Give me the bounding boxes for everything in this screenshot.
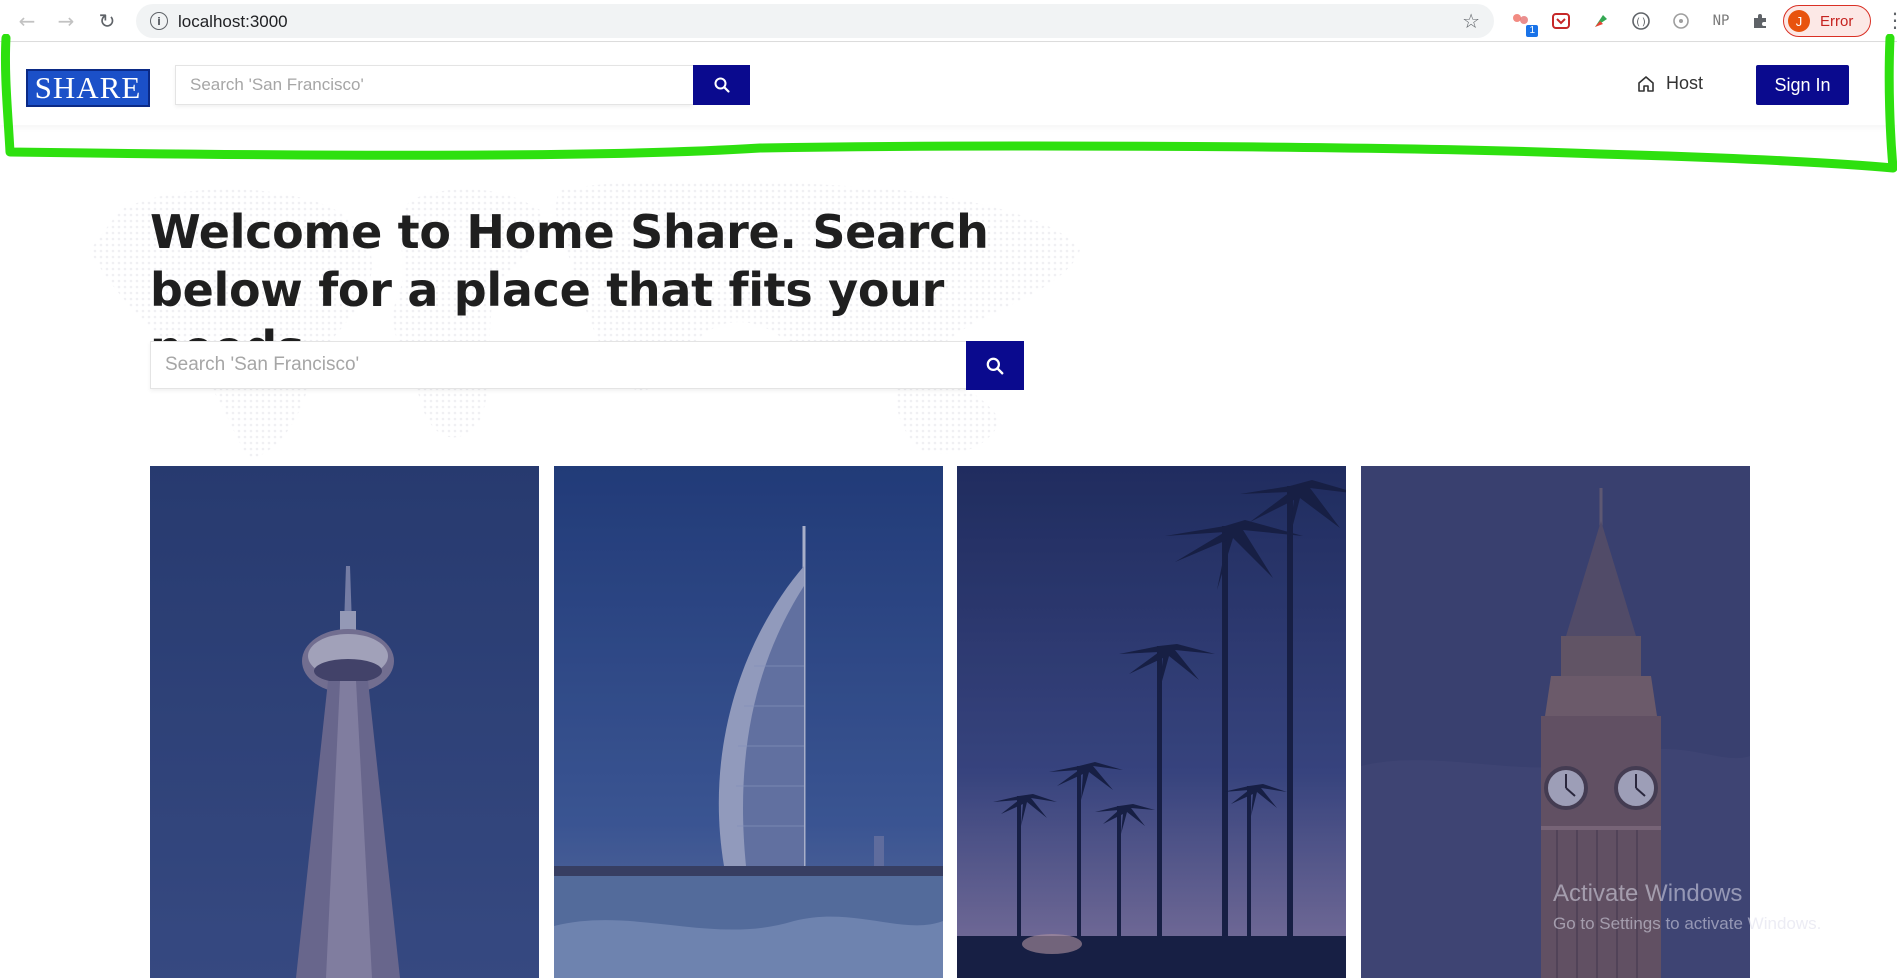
hero-search-input[interactable] [150, 341, 966, 389]
avatar: J [1788, 10, 1810, 32]
search-icon [714, 77, 730, 93]
extension-badge: 1 [1526, 25, 1538, 37]
svg-text:(): () [1635, 17, 1647, 28]
extension-icon[interactable]: 1 [1510, 10, 1538, 37]
address-bar-url[interactable]: localhost:3000 [178, 12, 288, 32]
hero-search [150, 341, 1024, 390]
forward-arrow-icon[interactable]: → [53, 8, 79, 34]
logo[interactable]: SHARE [26, 69, 150, 107]
destination-tiles [150, 466, 1750, 978]
host-label: Host [1666, 73, 1704, 93]
header-search-input[interactable] [175, 65, 693, 105]
host-link[interactable]: Host [1636, 73, 1703, 94]
burj-al-arab-image [554, 466, 943, 978]
address-bar[interactable]: i localhost:3000 ☆ [136, 4, 1494, 38]
profile-status-label: Error [1820, 13, 1854, 30]
home-icon [1638, 75, 1654, 92]
cn-tower-image [150, 466, 539, 978]
browser-toolbar: ← → ↻ i localhost:3000 ☆ 1 () NP J Error… [0, 0, 1897, 42]
profile-button[interactable]: J Error [1783, 5, 1871, 37]
os-activation-watermark: Activate Windows Go to Settings to activ… [1553, 880, 1821, 934]
watermark-title: Activate Windows [1553, 880, 1743, 907]
info-icon[interactable]: i [150, 12, 168, 30]
tile-palm-trees[interactable] [957, 466, 1346, 978]
code-icon[interactable]: () [1630, 10, 1652, 32]
header-search [175, 65, 750, 105]
timer-icon[interactable] [1670, 10, 1692, 32]
sign-in-button[interactable]: Sign In [1756, 65, 1849, 105]
star-icon[interactable]: ☆ [1462, 9, 1480, 33]
tile-burj-al-arab[interactable] [554, 466, 943, 978]
back-arrow-icon[interactable]: ← [14, 8, 40, 34]
np-extension-icon[interactable]: NP [1710, 10, 1732, 32]
kebab-menu-icon[interactable]: ⋮ [1885, 8, 1897, 32]
hero-search-button[interactable] [966, 341, 1024, 390]
puzzle-icon[interactable] [1750, 10, 1772, 32]
pocket-icon[interactable] [1550, 10, 1572, 32]
palm-trees-image [957, 466, 1346, 978]
watermark-subtitle: Go to Settings to activate Windows. [1553, 914, 1822, 933]
color-picker-icon[interactable] [1590, 10, 1612, 32]
header-search-button[interactable] [693, 65, 750, 105]
tile-cn-tower[interactable] [150, 466, 539, 978]
reload-icon[interactable]: ↻ [94, 8, 120, 34]
search-icon [986, 357, 1004, 374]
